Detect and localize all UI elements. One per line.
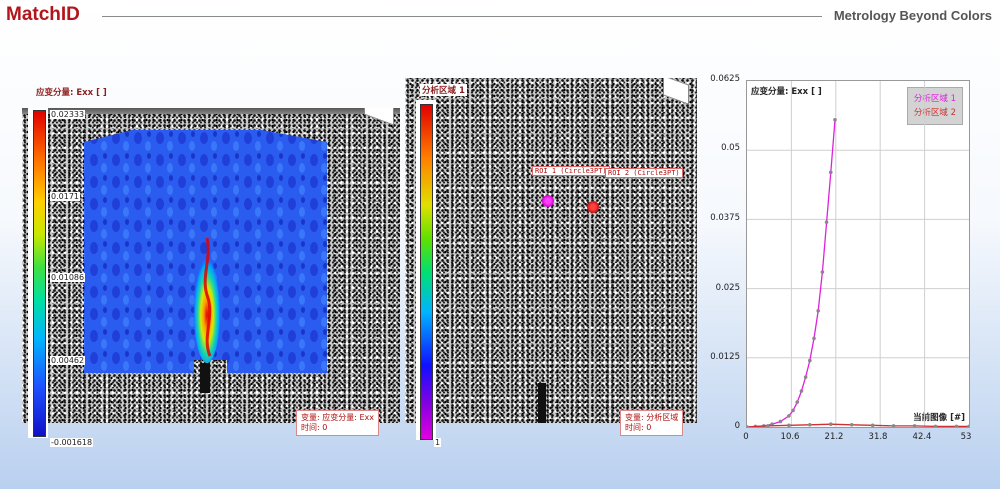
middle-info-box: 变量: 分析区域 时间: 0 — [620, 410, 684, 436]
y-tick: 0 — [734, 421, 740, 431]
y-tick: 0.0625 — [710, 74, 740, 84]
data-point-series-2 — [891, 424, 896, 427]
left-panel-label: 应变分量: Exx [ ] — [36, 88, 107, 98]
roi-view[interactable]: ROI 1 (Circle3PT) ROI 2 (Circle3PT) — [405, 78, 697, 423]
roi1-label[interactable]: ROI 1 (Circle3PT) — [532, 166, 610, 176]
y-tick: 0.0125 — [710, 352, 740, 362]
roi2-label[interactable]: ROI 2 (Circle3PT) — [605, 168, 683, 178]
y-tick: 0.025 — [715, 283, 740, 293]
left-colorbar[interactable] — [33, 110, 46, 437]
data-point-series-1 — [824, 220, 829, 224]
left-colorbar-tick: 0.0171 — [50, 192, 80, 201]
header-divider — [102, 16, 822, 17]
middle-info-time: 时间: 0 — [625, 423, 652, 432]
brand-title: MatchID — [6, 4, 80, 25]
header-tagline: Metrology Beyond Colors — [833, 8, 992, 23]
data-point-series-2 — [954, 424, 959, 427]
data-point-series-2 — [747, 425, 749, 427]
left-colorbar-tick: 0.02333 — [50, 110, 86, 119]
data-point-series-2 — [870, 423, 875, 427]
data-point-series-2 — [912, 424, 917, 427]
data-point-series-2 — [828, 422, 833, 427]
notch — [538, 383, 546, 423]
middle-panel-label: 分析区域 1 — [420, 84, 467, 96]
data-point-series-1 — [778, 419, 783, 424]
data-point-series-1 — [808, 358, 812, 363]
data-point-series-2 — [787, 423, 791, 427]
speckle-background — [405, 78, 697, 423]
chart-plot-area — [747, 81, 969, 427]
data-point-series-1 — [803, 375, 808, 379]
left-colorbar-tick: 0.01086 — [50, 273, 86, 282]
data-point-series-1 — [812, 336, 816, 341]
x-tick: 21.2 — [824, 432, 844, 442]
x-tick: 42.4 — [912, 432, 932, 442]
data-point-series-1 — [820, 270, 825, 274]
middle-info-variable: 变量: 分析区域 — [625, 413, 679, 422]
x-tick: 10.6 — [780, 432, 800, 442]
strain-field-view[interactable] — [22, 108, 400, 423]
y-tick: 0.05 — [721, 143, 740, 153]
roi2-marker[interactable] — [587, 201, 599, 213]
roi1-marker[interactable] — [542, 195, 554, 207]
middle-colorbar[interactable] — [420, 104, 433, 440]
middle-colorbar-tick: 1 — [434, 438, 442, 447]
data-point-series-1 — [833, 117, 837, 122]
left-info-box: 变量: 应变分量: Exx 时间: 0 — [296, 410, 379, 436]
data-point-series-2 — [808, 422, 812, 427]
data-point-series-1 — [828, 170, 833, 175]
x-tick: 0 — [743, 432, 749, 442]
x-tick: 31.8 — [868, 432, 888, 442]
x-tick: 53 — [960, 432, 972, 442]
data-point-series-1 — [795, 400, 800, 404]
data-point-series-2 — [849, 422, 854, 427]
left-info-time: 时间: 0 — [301, 423, 328, 432]
left-colorbar-tick: -0.001618 — [50, 438, 94, 447]
left-colorbar-tick: 0.00462 — [50, 356, 86, 365]
data-point-series-1 — [816, 308, 821, 313]
data-point-series-2 — [933, 424, 938, 427]
data-point-series-1 — [787, 414, 791, 418]
data-point-series-1 — [791, 408, 795, 413]
data-point-series-2 — [967, 424, 969, 427]
strain-overlay — [84, 130, 327, 393]
data-point-series-1 — [799, 389, 804, 393]
strain-chart[interactable]: 应变分量: Exx [ ] 当前图像 [#] 分析区域 1 分析区域 2 — [746, 80, 970, 428]
y-tick: 0.0375 — [710, 213, 740, 223]
left-info-variable: 变量: 应变分量: Exx — [301, 413, 374, 422]
